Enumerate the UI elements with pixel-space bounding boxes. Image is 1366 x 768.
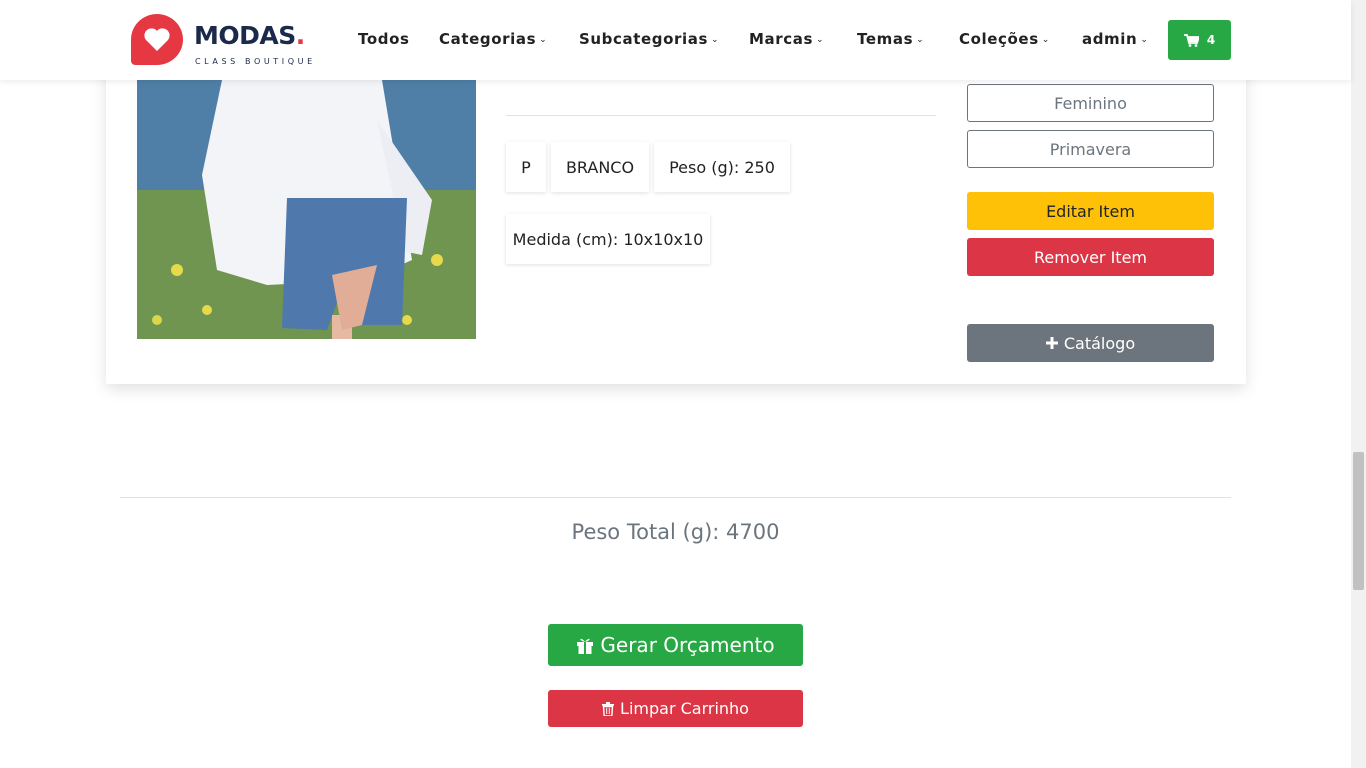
generate-quote-button[interactable]: Gerar Orçamento (548, 624, 803, 666)
shopping-cart-icon (1183, 33, 1199, 47)
chevron-down-icon: ⌄ (1140, 35, 1149, 45)
chevron-down-icon: ⌄ (816, 35, 825, 45)
scrollbar-thumb[interactable] (1353, 452, 1364, 590)
nav-item-todos[interactable]: Todos (358, 30, 410, 48)
nav-item-marcas[interactable]: Marcas ⌄ (749, 30, 824, 48)
chevron-down-icon: ⌄ (1041, 35, 1050, 45)
chevron-down-icon: ⌄ (539, 35, 548, 45)
remove-item-button[interactable]: Remover Item (967, 238, 1214, 276)
quote-label: Gerar Orçamento (600, 633, 775, 657)
tag-size: P (506, 142, 546, 192)
badge-season[interactable]: Primavera (967, 130, 1214, 168)
tag-weight: Peso (g): 250 (654, 142, 790, 192)
cart-button[interactable]: 4 (1168, 20, 1231, 60)
catalog-label: Catálogo (1063, 333, 1136, 353)
total-weight: Peso Total (g): 4700 (571, 520, 780, 544)
clear-cart-button[interactable]: Limpar Carrinho (548, 690, 803, 727)
chevron-down-icon: ⌄ (916, 35, 925, 45)
product-photo (137, 80, 476, 339)
gift-icon (577, 638, 594, 654)
nav-item-temas[interactable]: Temas ⌄ (857, 30, 924, 48)
badge-gender[interactable]: Feminino (967, 84, 1214, 122)
brand-tagline: CLASS BOUTIQUE (195, 57, 316, 66)
nav-item-subcategorias[interactable]: Subcategorias ⌄ (579, 30, 719, 48)
summary-divider (120, 497, 1231, 498)
tag-color: BRANCO (551, 142, 649, 192)
page-scrollbar[interactable] (1351, 0, 1366, 768)
nav-item-colecoes[interactable]: Coleções ⌄ (959, 30, 1050, 48)
divider (506, 115, 936, 116)
tag-dimensions: Medida (cm): 10x10x10 (506, 214, 710, 264)
logo-heart-icon[interactable] (131, 14, 183, 65)
plus-icon (1045, 337, 1058, 349)
add-to-catalog-button[interactable]: Catálogo (967, 324, 1214, 362)
cart-count: 4 (1206, 33, 1216, 47)
clear-label: Limpar Carrinho (620, 699, 749, 718)
nav-item-admin[interactable]: admin ⌄ (1082, 30, 1148, 48)
trash-icon (602, 701, 615, 716)
brand-logo-text[interactable]: MODAS. (194, 23, 305, 48)
top-navbar: MODAS. CLASS BOUTIQUE Todos Categorias ⌄ … (0, 0, 1351, 80)
edit-item-button[interactable]: Editar Item (967, 192, 1214, 230)
nav-item-categorias[interactable]: Categorias ⌄ (439, 30, 547, 48)
chevron-down-icon: ⌄ (711, 35, 720, 45)
